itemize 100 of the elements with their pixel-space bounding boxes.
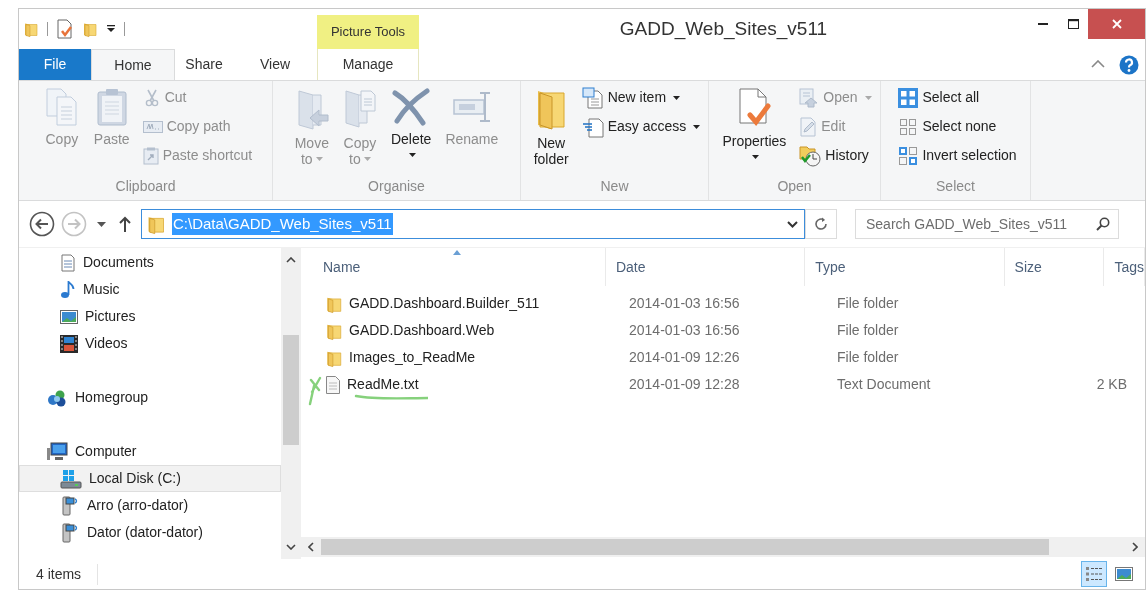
file-row[interactable]: GADD.Dashboard.Builder_511 2014-01-03 16:56 File folder <box>301 290 1145 317</box>
ribbon-button[interactable]: Invert selection <box>898 143 1017 168</box>
file-name: ReadMe.txt <box>347 375 419 394</box>
vertical-scrollbar[interactable] <box>281 248 301 559</box>
close-button[interactable] <box>1088 9 1145 39</box>
caret-icon <box>96 221 106 227</box>
refresh-button[interactable] <box>805 209 837 239</box>
column-header[interactable]: Size <box>1004 248 1105 286</box>
file-date: 2014-01-03 16:56 <box>628 294 741 313</box>
chevron-right-icon <box>1132 542 1138 552</box>
file-type: Text Document <box>836 375 932 394</box>
select-all-icon <box>898 87 919 108</box>
maximize-icon <box>1067 19 1079 29</box>
horizontal-scrollbar[interactable] <box>301 537 1145 557</box>
copy-to-icon <box>342 87 377 131</box>
navigation-item[interactable]: Computer <box>19 438 281 465</box>
ribbon-tab[interactable]: Home <box>91 49 175 80</box>
details-view-icon <box>1085 566 1103 582</box>
ribbon-group-label: Clipboard <box>115 177 176 196</box>
open-icon <box>799 87 820 108</box>
drive-icon <box>60 468 82 489</box>
scrollbar-thumb[interactable] <box>283 335 299 445</box>
easy-access-icon <box>581 115 604 138</box>
ribbon-button[interactable]: History <box>799 143 872 168</box>
ribbon-group-label: Organise <box>368 177 425 196</box>
view-toggle-button[interactable] <box>1081 561 1107 587</box>
column-header[interactable]: Name <box>301 248 606 286</box>
refresh-icon <box>814 217 828 231</box>
navigation-item[interactable]: Videos <box>19 330 281 357</box>
navigation-item[interactable]: Arro (arro-dator) <box>19 492 281 519</box>
search-field[interactable]: Search GADD_Web_Sites_v511 <box>855 209 1119 239</box>
picture-icon <box>60 308 78 325</box>
document-icon <box>60 253 76 272</box>
caret-icon <box>693 124 701 129</box>
chevron-up-icon <box>1091 59 1105 68</box>
file-date: 2014-01-09 12:26 <box>628 348 741 367</box>
scrollbar-thumb[interactable] <box>321 539 1049 555</box>
file-type: File folder <box>836 321 900 340</box>
paste-shortcut-icon <box>142 146 159 165</box>
navigation-item[interactable]: Music <box>19 276 281 303</box>
ribbon-button[interactable]: Delete <box>385 85 437 163</box>
chevron-left-icon <box>308 542 314 552</box>
network-drive-icon <box>60 522 80 543</box>
navigation-item[interactable]: Local Disk (C:) <box>19 465 281 492</box>
history-icon <box>799 144 822 167</box>
picture-tools-label: Picture Tools <box>317 15 419 49</box>
copy-icon <box>43 87 80 127</box>
caret-icon <box>864 95 872 100</box>
select-none-icon <box>898 116 919 137</box>
ribbon-button[interactable]: New item <box>581 85 701 110</box>
caret-icon <box>409 153 417 158</box>
chevron-down-icon <box>286 544 296 550</box>
text-file-icon <box>325 374 341 395</box>
ribbon-button[interactable]: Properties <box>717 85 792 165</box>
file-date: 2014-01-09 12:28 <box>628 375 741 394</box>
help-button[interactable] <box>1119 54 1139 75</box>
ribbon-tab[interactable]: File <box>19 49 91 80</box>
item-count: 4 items <box>36 563 99 585</box>
close-icon <box>1111 19 1122 29</box>
clipboard-icon <box>94 87 129 127</box>
file-name: GADD.Dashboard.Web <box>349 321 495 340</box>
ribbon-button[interactable]: Select none <box>898 114 1017 139</box>
window-title: GADD_Web_Sites_v511 <box>619 16 828 42</box>
computer-icon <box>46 441 68 462</box>
caret-icon <box>673 95 681 100</box>
file-date: 2014-01-03 16:56 <box>628 321 741 340</box>
ribbon-group-label: Open <box>777 177 812 196</box>
music-note-icon <box>60 280 76 299</box>
dropdown-icon <box>106 25 116 33</box>
file-type: File folder <box>836 348 900 367</box>
column-header[interactable]: Date <box>605 248 806 286</box>
file-row[interactable]: GADD.Dashboard.Web 2014-01-03 16:56 File folder <box>301 317 1145 344</box>
ribbon-button[interactable]: Select all <box>898 85 1017 110</box>
file-name: Images_to_ReadMe <box>349 348 476 367</box>
ribbon-tab[interactable]: Manage <box>317 49 419 80</box>
invert-selection-icon <box>898 145 919 166</box>
copy-path-icon <box>142 118 163 135</box>
navigation-item[interactable]: Pictures <box>19 303 281 330</box>
navigation-item[interactable]: Homegroup <box>19 384 281 411</box>
ribbon-button[interactable]: Easy access <box>581 114 701 139</box>
caret-icon <box>315 157 323 162</box>
delete-icon <box>391 87 432 127</box>
column-header[interactable]: Tags <box>1104 248 1145 286</box>
navigation-item[interactable]: Dator (dator-dator) <box>19 519 281 546</box>
sort-arrow-icon <box>452 250 461 255</box>
file-row[interactable]: ReadMe.txt 2014-01-09 12:28 Text Document 2 KB <box>301 371 1145 398</box>
properties-icon <box>56 19 74 39</box>
collapse-ribbon-button[interactable] <box>1091 59 1105 70</box>
ribbon-button[interactable]: New folder <box>528 85 574 167</box>
back-button[interactable] <box>29 211 55 237</box>
caret-icon <box>363 157 371 162</box>
chevron-up-icon <box>286 257 296 263</box>
file-size: 2 KB <box>1096 375 1127 394</box>
file-type: File folder <box>836 294 900 313</box>
thumbnail-view-icon <box>1115 566 1133 582</box>
navigation-item[interactable]: Documents <box>19 249 281 276</box>
minimize-icon <box>1038 23 1048 25</box>
column-header[interactable]: Type <box>805 248 1005 286</box>
film-strip-icon <box>60 334 78 353</box>
file-row[interactable]: Images_to_ReadMe 2014-01-09 12:26 File folder <box>301 344 1145 371</box>
